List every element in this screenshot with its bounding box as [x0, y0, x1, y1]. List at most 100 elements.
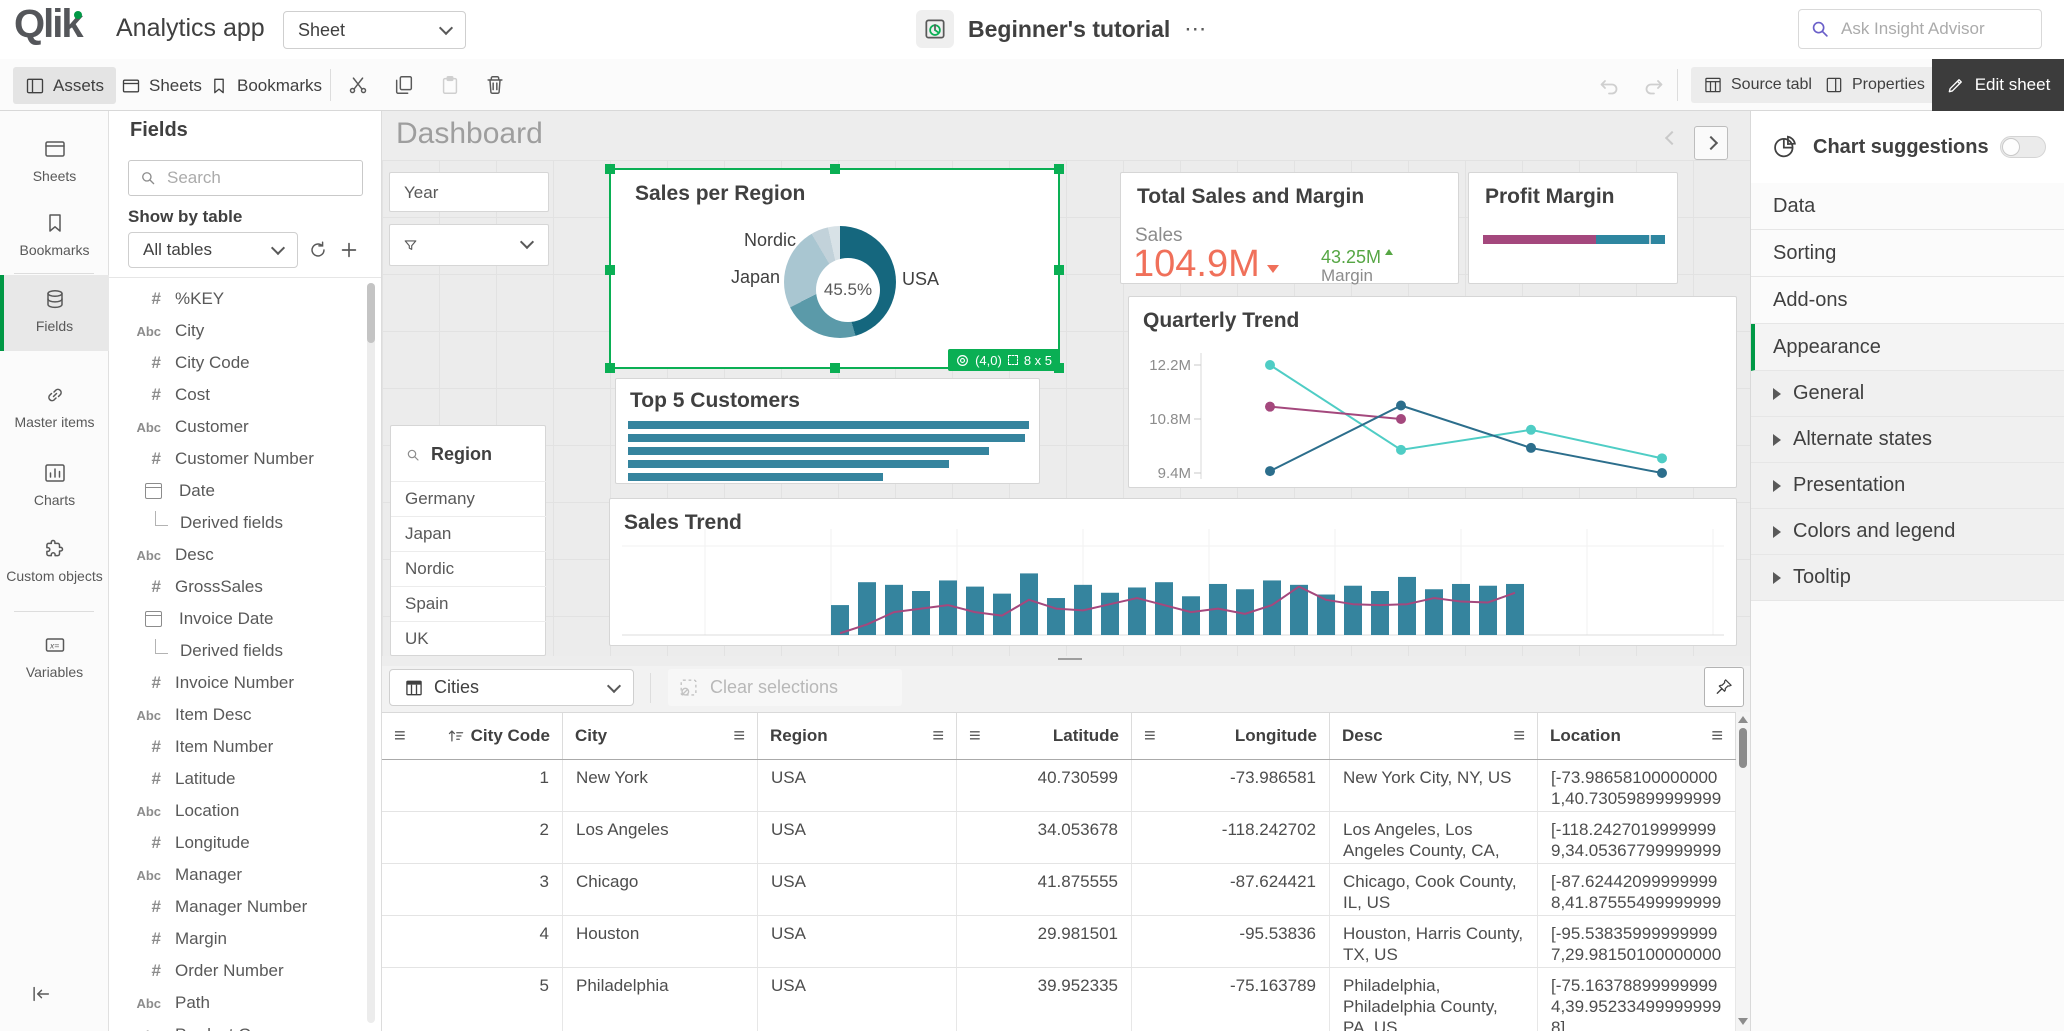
field-item[interactable]: AbcManager [109, 859, 367, 891]
chart-suggestions-toggle[interactable] [2000, 136, 2046, 158]
top5-customers-chart[interactable]: Top 5 Customers [615, 378, 1040, 484]
search-icon[interactable] [405, 447, 421, 463]
column-header-longitude[interactable]: ≡Longitude [1132, 713, 1330, 759]
customer-bar[interactable] [628, 460, 949, 468]
tab-assets[interactable]: Assets [13, 67, 116, 104]
field-item[interactable]: AbcProduct Group [109, 1019, 367, 1031]
sidebar-item-master-items[interactable]: Master items [0, 383, 109, 430]
column-header-city-code[interactable]: ≡City Code [382, 713, 563, 759]
sort-ascending-icon[interactable] [447, 728, 465, 744]
panel-section-appearance[interactable]: Appearance [1751, 324, 2064, 371]
scroll-up-icon[interactable] [1738, 716, 1748, 723]
field-item[interactable]: Derived fields [109, 507, 367, 539]
region-value[interactable]: UK [391, 621, 547, 656]
column-menu-icon[interactable]: ≡ [394, 726, 406, 746]
fields-search[interactable] [128, 160, 363, 196]
delete-icon[interactable] [484, 74, 506, 96]
field-item[interactable]: #Invoice Number [109, 667, 367, 699]
field-item[interactable]: Derived fields [109, 635, 367, 667]
fields-scrollbar[interactable] [367, 283, 375, 1023]
field-item[interactable]: #Manager Number [109, 891, 367, 923]
customer-bar[interactable] [628, 434, 1025, 442]
field-item[interactable]: #Latitude [109, 763, 367, 795]
year-filter-pane[interactable]: Year [389, 172, 549, 212]
copy-icon[interactable] [393, 74, 415, 96]
cut-icon[interactable] [347, 74, 369, 96]
sheet-selector-dropdown[interactable]: Sheet [283, 11, 466, 49]
sidebar-item-variables[interactable]: x=Variables [0, 633, 109, 680]
resize-handle[interactable] [1054, 164, 1064, 174]
field-item[interactable]: #Customer Number [109, 443, 367, 475]
field-item[interactable]: AbcCustomer [109, 411, 367, 443]
panel-subsection-presentation[interactable]: Presentation [1751, 463, 2064, 509]
sidebar-item-sheets[interactable]: Sheets [0, 137, 109, 184]
resize-handle[interactable] [830, 363, 840, 373]
column-menu-icon[interactable]: ≡ [969, 726, 981, 746]
panel-section-sorting[interactable]: Sorting [1751, 230, 2064, 277]
column-header-region[interactable]: Region≡ [758, 713, 957, 759]
sidebar-item-fields[interactable]: Fields [0, 287, 109, 334]
panel-subsection-colors-and-legend[interactable]: Colors and legend [1751, 509, 2064, 555]
column-menu-icon[interactable]: ≡ [1513, 726, 1525, 746]
qlik-logo[interactable]: Qlik [14, 2, 82, 47]
scroll-down-icon[interactable] [1738, 1018, 1748, 1025]
table-row[interactable]: 1New YorkUSA40.730599-73.986581New York … [382, 760, 1736, 812]
collapse-panel-icon[interactable] [30, 983, 52, 1005]
panel-subsection-general[interactable]: General [1751, 371, 2064, 417]
region-value[interactable]: Spain [391, 586, 547, 621]
table-row[interactable]: 3ChicagoUSA41.875555-87.624421Chicago, C… [382, 864, 1736, 916]
scrollbar-thumb[interactable] [1739, 728, 1747, 768]
sidebar-item-charts[interactable]: Charts [0, 461, 109, 508]
refresh-fields-icon[interactable] [305, 237, 331, 263]
region-value[interactable]: Nordic [391, 551, 547, 586]
insight-advisor-input[interactable] [1839, 18, 2031, 40]
next-sheet-button[interactable] [1694, 126, 1728, 160]
quarterly-trend-chart[interactable]: Quarterly Trend 12.2M10.8M9.4M [1128, 296, 1737, 488]
more-options-button[interactable]: ⋯ [1184, 16, 1208, 42]
field-item[interactable]: #GrossSales [109, 571, 367, 603]
field-item[interactable]: #Order Number [109, 955, 367, 987]
column-header-latitude[interactable]: ≡Latitude [957, 713, 1132, 759]
customer-bar[interactable] [628, 473, 883, 481]
field-item[interactable]: Invoice Date [109, 603, 367, 635]
column-menu-icon[interactable]: ≡ [1144, 726, 1156, 746]
field-item[interactable]: AbcCity [109, 315, 367, 347]
tab-bookmarks[interactable]: Bookmarks [197, 67, 334, 104]
table-filter-dropdown[interactable]: All tables [128, 232, 298, 268]
column-menu-icon[interactable]: ≡ [1711, 726, 1723, 746]
field-item[interactable]: AbcItem Desc [109, 699, 367, 731]
region-value[interactable]: Germany [391, 481, 547, 516]
table-row[interactable]: 2Los AngelesUSA34.053678-118.242702Los A… [382, 812, 1736, 864]
sidebar-item-bookmarks[interactable]: Bookmarks [0, 211, 109, 258]
region-filter-pane[interactable]: Region GermanyJapanNordicSpainUK [390, 425, 546, 656]
table-row[interactable]: 5PhiladelphiaUSA39.952335-75.163789Phila… [382, 968, 1736, 1031]
total-sales-margin-kpi[interactable]: Total Sales and Margin Sales 104.9M 43.2… [1120, 172, 1459, 284]
pin-selections-button[interactable] [1704, 667, 1744, 707]
field-item[interactable]: #Longitude [109, 827, 367, 859]
column-header-desc[interactable]: Desc≡ [1330, 713, 1538, 759]
field-item[interactable]: AbcDesc [109, 539, 367, 571]
resize-handle[interactable] [1054, 265, 1064, 275]
customer-bar[interactable] [628, 447, 989, 455]
region-value[interactable]: Japan [391, 516, 547, 551]
resize-handle[interactable] [605, 265, 615, 275]
panel-subsection-alternate-states[interactable]: Alternate states [1751, 417, 2064, 463]
column-menu-icon[interactable]: ≡ [932, 726, 944, 746]
field-item[interactable]: #City Code [109, 347, 367, 379]
sidebar-item-custom-objects[interactable]: Custom objects [0, 537, 109, 584]
sales-trend-chart[interactable]: Sales Trend [609, 498, 1737, 646]
table-scrollbar[interactable] [1736, 712, 1750, 1031]
panel-section-data[interactable]: Data [1751, 183, 2064, 230]
pane-splitter[interactable] [382, 656, 1750, 666]
resize-handle[interactable] [605, 363, 615, 373]
profit-margin-chart[interactable]: Profit Margin [1468, 172, 1678, 284]
field-item[interactable]: Date [109, 475, 367, 507]
dataset-selector-dropdown[interactable]: Cities [389, 669, 634, 706]
filter-dropdown[interactable] [389, 224, 549, 266]
column-header-city[interactable]: City≡ [563, 713, 758, 759]
column-header-location[interactable]: Location≡ [1538, 713, 1736, 759]
field-item[interactable]: #Item Number [109, 731, 367, 763]
tutorial-app-icon[interactable] [916, 10, 954, 48]
table-row[interactable]: 4HoustonUSA29.981501-95.53836Houston, Ha… [382, 916, 1736, 968]
panel-section-add-ons[interactable]: Add-ons [1751, 277, 2064, 324]
